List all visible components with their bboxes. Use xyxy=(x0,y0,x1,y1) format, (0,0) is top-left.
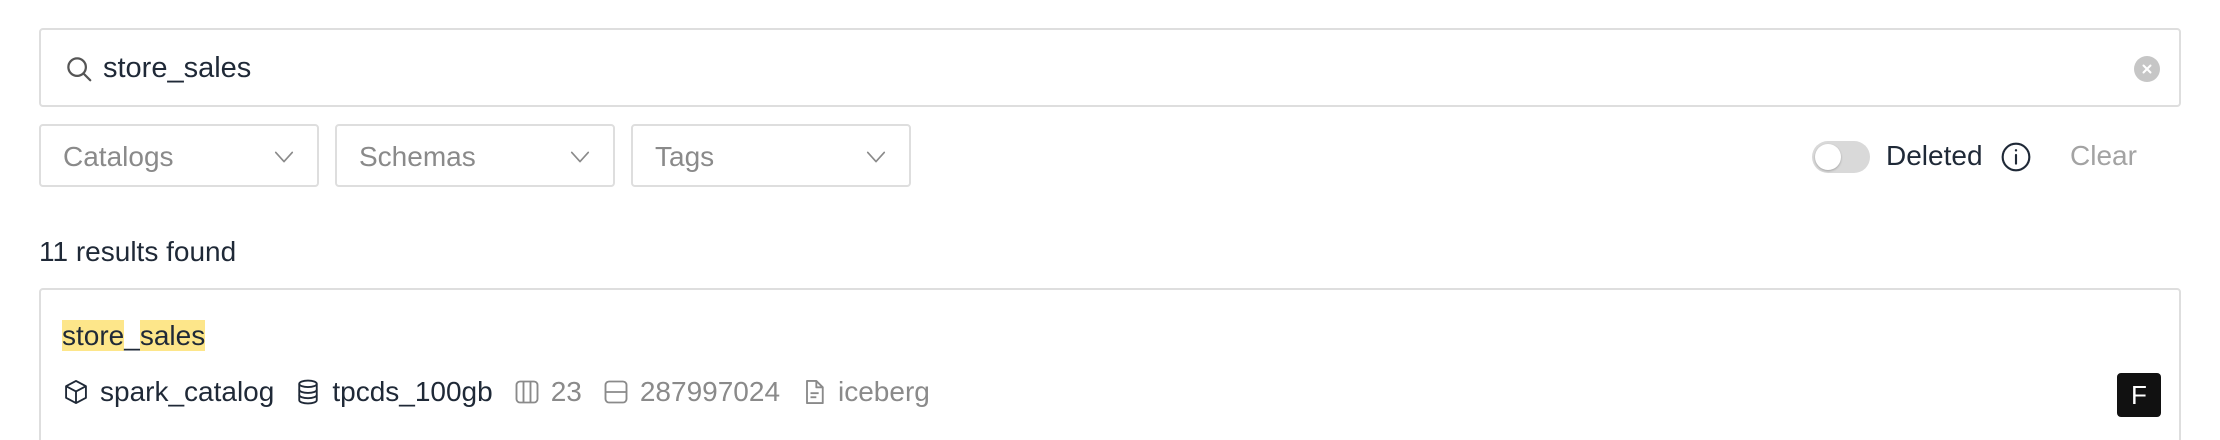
catalog-name: spark_catalog xyxy=(100,376,275,407)
schema-name: tpcds_100gb xyxy=(332,376,493,407)
columns-icon xyxy=(515,380,539,404)
result-card[interactable]: store_sales spark_catalog tpcds_100gb 23… xyxy=(39,288,2181,440)
chevron-down-icon xyxy=(570,151,590,163)
search-input[interactable] xyxy=(103,44,2103,92)
result-metadata: spark_catalog tpcds_100gb 23 287997024 i… xyxy=(62,374,950,410)
title-highlight: sales xyxy=(139,320,206,351)
deleted-toggle[interactable] xyxy=(1812,141,1870,173)
result-title[interactable]: store_sales xyxy=(62,320,206,352)
tags-dropdown-label: Tags xyxy=(655,141,715,172)
catalogs-dropdown[interactable]: Catalogs xyxy=(39,124,319,187)
tags-dropdown[interactable]: Tags xyxy=(631,124,911,187)
schemas-dropdown[interactable]: Schemas xyxy=(335,124,615,187)
info-icon[interactable] xyxy=(2000,141,2032,173)
catalog-meta: spark_catalog xyxy=(62,376,274,408)
search-icon xyxy=(67,57,92,82)
search-page: Catalogs Schemas Tags Deleted Clear 11 r… xyxy=(0,0,2220,440)
rows-icon xyxy=(604,380,628,404)
title-highlight: store xyxy=(62,320,125,351)
file-icon xyxy=(806,379,824,405)
deleted-toggle-label: Deleted xyxy=(1886,140,1983,171)
results-count: 11 results found xyxy=(39,236,237,267)
database-icon xyxy=(298,379,319,405)
search-bar[interactable] xyxy=(39,28,2181,107)
catalogs-dropdown-label: Catalogs xyxy=(63,141,174,172)
cube-icon xyxy=(65,379,87,405)
chevron-down-icon xyxy=(866,151,886,163)
toggle-knob xyxy=(1815,144,1841,170)
clear-filters-button[interactable]: Clear xyxy=(2070,140,2137,172)
format-meta: iceberg xyxy=(800,376,930,408)
schemas-dropdown-label: Schemas xyxy=(359,141,476,172)
column-count: 23 xyxy=(550,376,582,407)
format-badge: F xyxy=(2117,373,2161,417)
row-count: 287997024 xyxy=(639,376,781,407)
title-separator: _ xyxy=(124,320,140,351)
table-format: iceberg xyxy=(838,376,930,407)
clear-circle-icon[interactable] xyxy=(2134,56,2160,82)
rows-meta: 287997024 xyxy=(602,376,780,408)
columns-meta: 23 xyxy=(513,376,582,408)
schema-meta: tpcds_100gb xyxy=(294,376,493,408)
chevron-down-icon xyxy=(274,151,294,163)
